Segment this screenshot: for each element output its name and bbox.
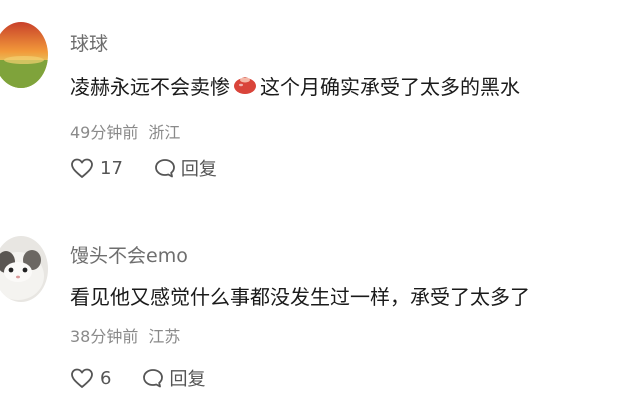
reply-label: 回复 [180,159,217,180]
username[interactable]: 馒头不会emo [70,241,188,268]
avatar[interactable] [0,22,48,88]
username[interactable]: 球球 [70,29,108,56]
like-button[interactable]: 17 [70,157,123,179]
comment-actions: 6 回复 [70,365,205,391]
avatar[interactable] [0,236,48,302]
comment-time: 38分钟前 [70,327,139,346]
heart-icon [70,157,94,179]
comment-meta: 38分钟前 江苏 [70,323,180,347]
comment-item: 馒头不会emo 看见他又感觉什么事都没发生过一样，承受了太多了 38分钟前 江苏 … [0,222,640,404]
comment-location: 江苏 [148,327,181,346]
comment-item: 球球 凌赫永远不会卖惨 这个月确实承受了太多的黑水 49分钟前 浙江 17 回复 [0,0,640,200]
comment-text-part: 凌赫永远不会卖惨 [70,75,230,99]
like-count: 6 [100,367,112,389]
comment-text: 看见他又感觉什么事都没发生过一样，承受了太多了 [70,285,530,309]
like-button[interactable]: 6 [70,367,111,389]
comment-meta: 49分钟前 浙江 [70,119,180,143]
speech-bubble-icon [141,367,165,389]
comment-actions: 17 回复 [70,155,217,181]
speech-bubble-icon [153,157,177,179]
reply-button[interactable]: 回复 [153,155,217,181]
reply-label: 回复 [169,369,206,390]
like-count: 17 [100,157,123,179]
red-bag-emoji-icon [232,71,258,100]
heart-icon [70,367,94,389]
comment-location: 浙江 [148,123,181,142]
comment-time: 49分钟前 [70,123,139,142]
reply-button[interactable]: 回复 [141,365,205,391]
comment-text-part: 这个月确实承受了太多的黑水 [260,75,520,99]
comment-text: 凌赫永远不会卖惨 这个月确实承受了太多的黑水 [70,71,520,100]
